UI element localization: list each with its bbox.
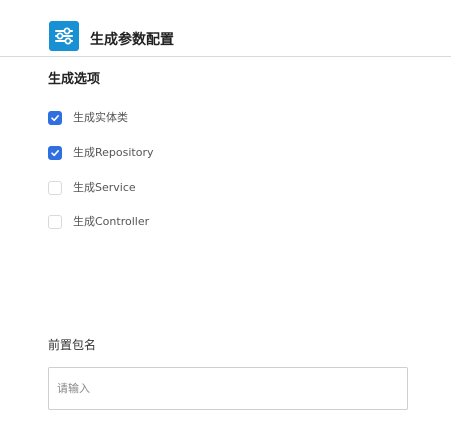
sliders-icon <box>49 21 79 51</box>
option-label-entity: 生成实体类 <box>73 111 128 124</box>
checkmark-icon <box>51 114 59 122</box>
options-section-title: 生成选项 <box>48 72 101 87</box>
package-name-input[interactable] <box>48 367 408 410</box>
option-label-controller: 生成Controller <box>73 215 150 228</box>
option-label-repository: 生成Repository <box>73 146 154 159</box>
option-generate-controller[interactable]: 生成Controller <box>48 213 149 231</box>
option-generate-repository[interactable]: 生成Repository <box>48 144 154 162</box>
option-generate-service[interactable]: 生成Service <box>48 179 136 197</box>
checkmark-icon <box>51 149 59 157</box>
page-title: 生成参数配置 <box>90 32 174 48</box>
option-checkbox-entity[interactable] <box>48 111 62 125</box>
option-checkbox-controller[interactable] <box>48 215 62 229</box>
option-checkbox-repository[interactable] <box>48 146 62 160</box>
option-checkbox-service[interactable] <box>48 181 62 195</box>
option-label-service: 生成Service <box>73 181 136 194</box>
page-header: 生成参数配置 <box>0 0 451 57</box>
option-generate-entity[interactable]: 生成实体类 <box>48 109 128 127</box>
package-name-label: 前置包名 <box>48 338 97 352</box>
